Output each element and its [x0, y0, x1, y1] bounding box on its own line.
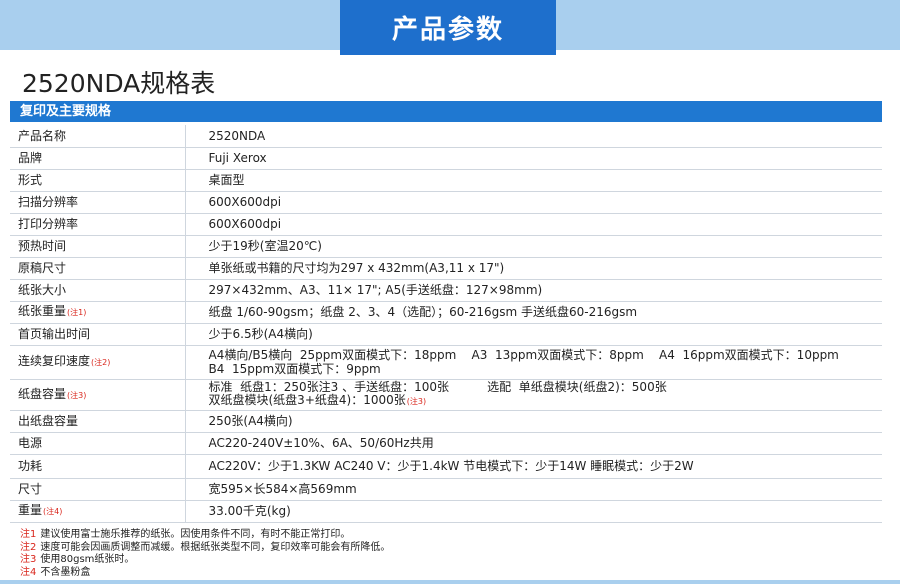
table-row: 连续复印速度(注2) A4横向/B5横向 25ppm双面模式下：18ppm A3… — [10, 345, 882, 380]
footnote: 注4 不含墨粉盒 — [20, 566, 91, 578]
spec-value-line: B4 15ppm双面模式下：9ppm — [208, 362, 381, 376]
spec-label: 重量(注4) — [10, 500, 186, 523]
table-row: 形式 桌面型 — [10, 169, 882, 192]
spec-label: 尺寸 — [10, 478, 186, 501]
table-row: 原稿尺寸 单张纸或书籍的尺寸均为297 x 432mm(A3,11 x 17") — [10, 257, 882, 280]
footnote-mark: 注2 — [20, 541, 37, 553]
spec-value-line: 双纸盘模块(纸盘3+纸盘4)：1000张(注3) — [208, 393, 427, 407]
spec-value: 纸盘 1/60-90gsm；纸盘 2、3、4（选配）；60-216gsm 手送纸… — [185, 301, 882, 324]
table-row: 尺寸 宽595×长584×高569mm — [10, 478, 882, 501]
spec-value: 少于19秒(室温20℃) — [185, 235, 882, 258]
note-marker: (注3) — [406, 397, 427, 406]
spec-value: 宽595×长584×高569mm — [185, 478, 882, 501]
spec-value: 单张纸或书籍的尺寸均为297 x 432mm(A3,11 x 17") — [185, 257, 882, 280]
footnote-mark: 注1 — [20, 529, 37, 540]
note-marker: (注2) — [91, 358, 111, 367]
note-marker: (注3) — [67, 390, 87, 400]
note-marker: (注1) — [67, 308, 87, 317]
spec-label: 预热时间 — [10, 235, 186, 258]
spec-table: 产品名称 2520NDA 品牌 Fuji Xerox 形式 桌面型 扫描分辨率 … — [10, 125, 882, 523]
document-title: 2520NDA规格表 — [22, 69, 216, 98]
spec-value: 标准 纸盘1：250张注3 、手送纸盘：100张 选配 单纸盘模块(纸盘2)：5… — [185, 379, 882, 411]
bottom-border — [0, 580, 900, 584]
spec-label: 纸张重量(注1) — [10, 301, 186, 324]
note-marker: (注4) — [43, 507, 63, 516]
spec-label: 纸盘容量(注3) — [10, 379, 186, 411]
spec-value: A4横向/B5横向 25ppm双面模式下：18ppm A3 13ppm双面模式下… — [185, 345, 882, 380]
spec-value: 600X600dpi — [185, 213, 882, 236]
spec-value: AC220V：少于1.3KW AC240 V：少于1.4kW 节电模式下：少于1… — [185, 454, 882, 479]
table-row: 纸张大小 297×432mm、A3、11× 17"; A5(手送纸盘：127×9… — [10, 279, 882, 302]
spec-value: 33.00千克(kg) — [185, 500, 882, 523]
footnote-mark: 注4 — [20, 566, 37, 578]
spec-label: 电源 — [10, 432, 186, 455]
section-title: 复印及主要规格 — [10, 101, 882, 122]
table-row: 打印分辨率 600X600dpi — [10, 213, 882, 236]
table-row: 预热时间 少于19秒(室温20℃) — [10, 235, 882, 258]
spec-value: 297×432mm、A3、11× 17"; A5(手送纸盘：127×98mm) — [185, 279, 882, 302]
table-row: 纸盘容量(注3) 标准 纸盘1：250张注3 、手送纸盘：100张 选配 单纸盘… — [10, 379, 882, 411]
table-row: 出纸盘容量 250张(A4横向) — [10, 410, 882, 433]
table-row: 重量(注4) 33.00千克(kg) — [10, 500, 882, 523]
table-row: 纸张重量(注1) 纸盘 1/60-90gsm；纸盘 2、3、4（选配）；60-2… — [10, 301, 882, 324]
footnote: 注2 速度可能会因画质调整而减缓。根据纸张类型不同，复印效率可能会有所降低。 — [20, 541, 391, 553]
spec-label: 出纸盘容量 — [10, 410, 186, 433]
spec-label: 打印分辨率 — [10, 213, 186, 236]
spec-label: 连续复印速度(注2) — [10, 345, 186, 380]
spec-label: 功耗 — [10, 454, 186, 479]
footnotes: 注1 建议使用富士施乐推荐的纸张。因使用条件不同，有时不能正常打印。 注2 速度可能… — [20, 529, 880, 579]
spec-value: Fuji Xerox — [185, 147, 882, 170]
footnote: 注3 使用80gsm纸张时。 — [20, 554, 135, 566]
table-row: 扫描分辨率 600X600dpi — [10, 191, 882, 214]
table-row: 品牌 Fuji Xerox — [10, 147, 882, 170]
table-row: 电源 AC220-240V±10%、6A、50/60Hz共用 — [10, 432, 882, 455]
spec-value-line: A4横向/B5横向 25ppm双面模式下：18ppm A3 13ppm双面模式下… — [208, 348, 839, 362]
spec-label: 形式 — [10, 169, 186, 192]
spec-value: 250张(A4横向) — [185, 410, 882, 433]
table-row: 首页输出时间 少于6.5秒(A4横向) — [10, 323, 882, 346]
footnote-mark: 注3 — [20, 554, 37, 566]
spec-label: 品牌 — [10, 147, 186, 170]
spec-label: 产品名称 — [10, 125, 186, 148]
spec-label: 首页输出时间 — [10, 323, 186, 346]
spec-value: 600X600dpi — [185, 191, 882, 214]
header-tab-title: 产品参数 — [340, 0, 556, 55]
spec-value: AC220-240V±10%、6A、50/60Hz共用 — [185, 432, 882, 455]
spec-label: 原稿尺寸 — [10, 257, 186, 280]
spec-value: 少于6.5秒(A4横向) — [185, 323, 882, 346]
footnote: 注1 建议使用富士施乐推荐的纸张。因使用条件不同，有时不能正常打印。 — [20, 529, 351, 540]
spec-value: 桌面型 — [185, 169, 882, 192]
table-row: 功耗 AC220V：少于1.3KW AC240 V：少于1.4kW 节电模式下：… — [10, 454, 882, 479]
spec-label: 扫描分辨率 — [10, 191, 186, 214]
table-row: 产品名称 2520NDA — [10, 125, 882, 148]
spec-value: 2520NDA — [185, 125, 882, 148]
spec-label: 纸张大小 — [10, 279, 186, 302]
